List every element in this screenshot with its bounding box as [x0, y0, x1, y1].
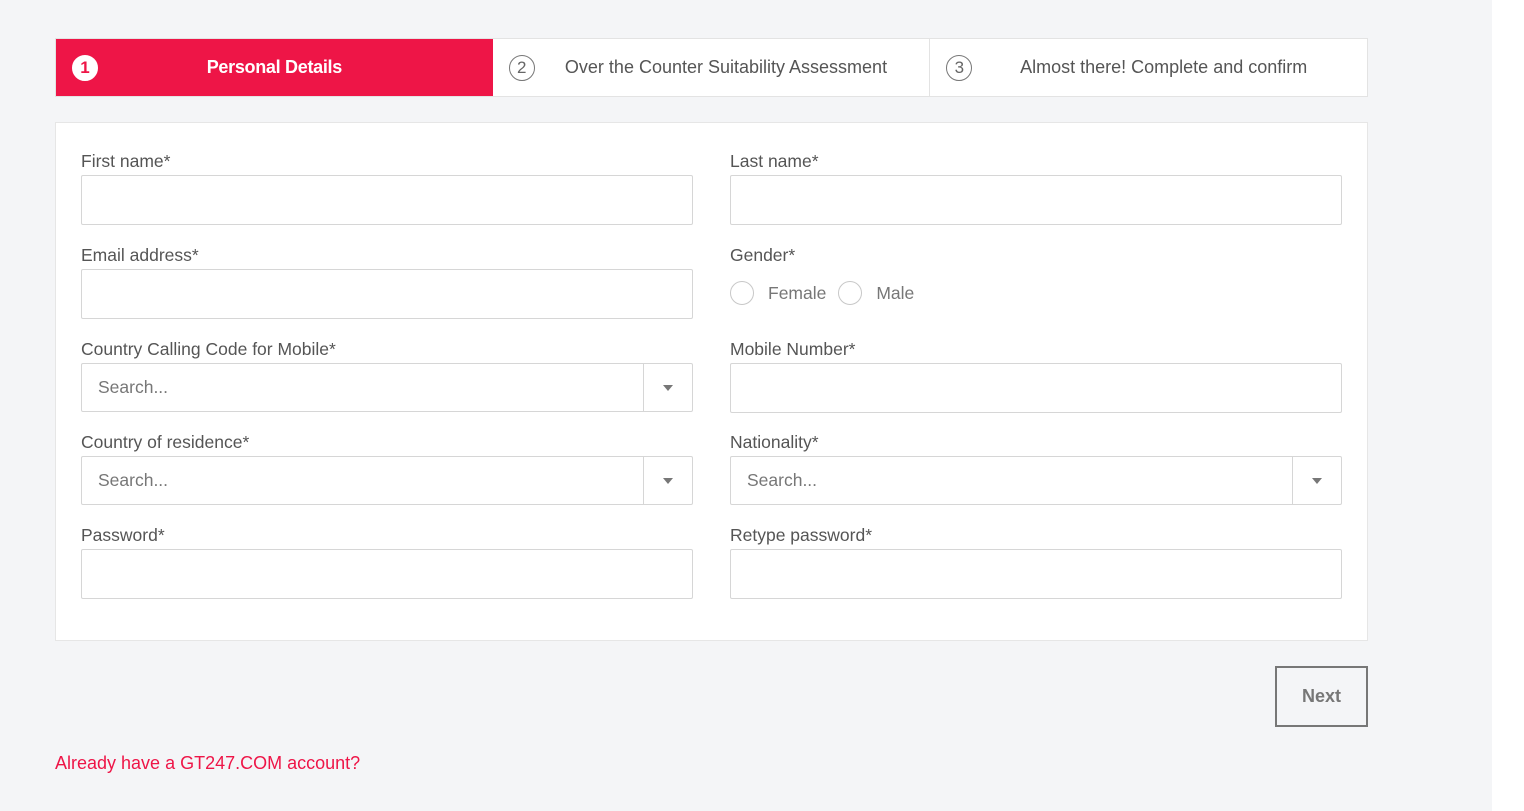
- email-input[interactable]: [81, 269, 693, 319]
- residence-select[interactable]: [81, 456, 693, 505]
- step-suitability-assessment[interactable]: 2 Over the Counter Suitability Assessmen…: [493, 39, 931, 96]
- last-name-label: Last name*: [730, 151, 819, 171]
- residence-dropdown-toggle[interactable]: [643, 457, 692, 504]
- female-label: Female: [768, 282, 827, 303]
- gender-radio-group: Female Male: [730, 281, 1342, 305]
- first-name-label: First name*: [81, 151, 171, 171]
- mobile-number-label: Mobile Number*: [730, 339, 856, 359]
- password-label: Password*: [81, 525, 165, 545]
- step-complete-confirm[interactable]: 3 Almost there! Complete and confirm: [930, 39, 1367, 96]
- chevron-down-icon: [1312, 477, 1322, 484]
- last-name-input[interactable]: [730, 175, 1342, 225]
- mobile-number-input[interactable]: [730, 363, 1342, 413]
- first-name-group: First name*: [81, 149, 693, 225]
- male-radio[interactable]: [838, 281, 863, 305]
- step-label: Over the Counter Suitability Assessment: [564, 57, 888, 77]
- step-label: Almost there! Complete and confirm: [1020, 57, 1308, 77]
- calling-code-group: Country Calling Code for Mobile*: [81, 337, 693, 412]
- calling-code-select[interactable]: [81, 363, 693, 412]
- password-input[interactable]: [81, 549, 693, 599]
- personal-details-form: First name* Last name* Email address* Ge…: [55, 122, 1368, 641]
- page-background: 1 Personal Details 2 Over the Counter Su…: [0, 0, 1492, 811]
- residence-search-input[interactable]: [82, 457, 643, 504]
- gender-female-option[interactable]: Female: [730, 281, 826, 305]
- nationality-search-input[interactable]: [731, 457, 1292, 504]
- next-button[interactable]: Next: [1275, 666, 1368, 727]
- chevron-down-icon: [663, 477, 673, 484]
- existing-account-link[interactable]: Already have a GT247.COM account?: [55, 753, 360, 774]
- female-radio[interactable]: [730, 281, 754, 305]
- nationality-dropdown-toggle[interactable]: [1292, 457, 1341, 504]
- nationality-group: Nationality*: [730, 430, 1342, 505]
- calling-code-dropdown-toggle[interactable]: [643, 364, 692, 411]
- email-group: Email address*: [81, 243, 693, 319]
- male-label: Male: [876, 282, 915, 303]
- gender-label: Gender*: [730, 245, 796, 265]
- residence-label: Country of residence*: [81, 432, 250, 452]
- password-group: Password*: [81, 523, 693, 599]
- step-label: Personal Details: [206, 57, 343, 77]
- calling-code-search-input[interactable]: [82, 364, 643, 411]
- chevron-down-icon: [663, 384, 673, 391]
- progress-steps: 1 Personal Details 2 Over the Counter Su…: [55, 38, 1368, 97]
- gender-group: Gender* Female Male: [730, 243, 1342, 305]
- gender-male-option[interactable]: Male: [838, 281, 914, 305]
- first-name-input[interactable]: [81, 175, 693, 225]
- mobile-number-group: Mobile Number*: [730, 337, 1342, 413]
- calling-code-label: Country Calling Code for Mobile*: [81, 339, 336, 359]
- nationality-select[interactable]: [730, 456, 1342, 505]
- last-name-group: Last name*: [730, 149, 1342, 225]
- residence-group: Country of residence*: [81, 430, 693, 505]
- nationality-label: Nationality*: [730, 432, 819, 452]
- retype-password-label: Retype password*: [730, 525, 873, 545]
- email-label: Email address*: [81, 245, 199, 265]
- step-personal-details[interactable]: 1 Personal Details: [56, 39, 493, 96]
- retype-password-input[interactable]: [730, 549, 1342, 599]
- retype-password-group: Retype password*: [730, 523, 1342, 599]
